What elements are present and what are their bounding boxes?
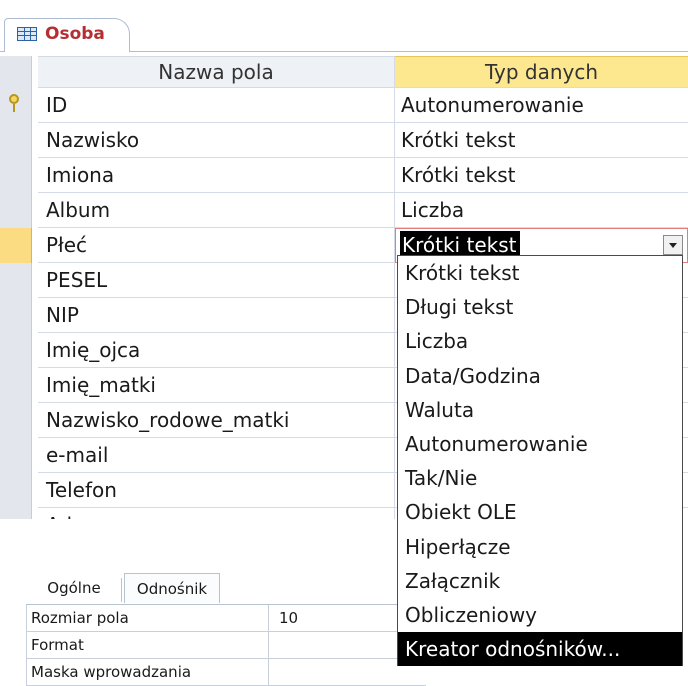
field-name-cell[interactable]: PESEL <box>38 263 395 298</box>
row-selector[interactable] <box>0 333 32 368</box>
dropdown-option-number[interactable]: Liczba <box>398 324 682 358</box>
field-name-cell[interactable]: e-mail <box>38 438 395 473</box>
document-tab-strip: Osoba <box>0 0 688 52</box>
dropdown-option-calculated[interactable]: Obliczeniowy <box>398 598 682 632</box>
chevron-down-icon[interactable] <box>663 235 683 255</box>
data-type-cell[interactable]: Krótki tekst <box>395 123 688 158</box>
dropdown-option-yes-no[interactable]: Tak/Nie <box>398 461 682 495</box>
grid-header-row: Nazwa pola Typ danych <box>0 56 688 88</box>
property-name: Maska wprowadzania <box>26 659 269 685</box>
grid-corner[interactable] <box>0 56 32 88</box>
field-name-cell[interactable]: Telefon <box>38 473 395 508</box>
row-selector[interactable] <box>0 123 32 158</box>
document-tab-osoba[interactable]: Osoba <box>4 18 130 52</box>
field-name-cell[interactable]: Album <box>38 193 395 228</box>
row-selector[interactable] <box>0 508 32 519</box>
row-selector[interactable] <box>0 158 32 193</box>
data-type-cell[interactable]: Liczba <box>395 193 688 228</box>
dropdown-option-currency[interactable]: Waluta <box>398 393 682 427</box>
field-name-cell[interactable]: ID <box>38 88 395 123</box>
tab-general[interactable]: Ogólne <box>26 573 122 603</box>
field-row[interactable]: Album Liczba <box>0 193 688 228</box>
data-type-dropdown-list: Krótki tekst Długi tekst Liczba Data/God… <box>397 255 683 667</box>
field-name-cell[interactable]: Imię_ojca <box>38 333 395 368</box>
property-name: Rozmiar pola <box>26 605 269 631</box>
dropdown-option-lookup-wizard[interactable]: Kreator odnośników... <box>398 632 682 667</box>
table-icon <box>17 27 37 41</box>
data-type-cell[interactable]: Autonumerowanie <box>395 88 688 123</box>
field-name-cell[interactable]: Płeć <box>38 228 395 263</box>
document-tab-label: Osoba <box>45 24 105 44</box>
row-selector-current[interactable] <box>0 228 32 263</box>
field-name-cell[interactable]: Imiona <box>38 158 395 193</box>
dropdown-option-autonumber[interactable]: Autonumerowanie <box>398 427 682 461</box>
table-design-view: Osoba Nazwa pola Typ danych ID Autonumer… <box>0 0 688 686</box>
dropdown-option-date-time[interactable]: Data/Godzina <box>398 359 682 393</box>
property-row[interactable]: Rozmiar pola 10 <box>26 605 426 632</box>
field-row[interactable]: ID Autonumerowanie <box>0 88 688 123</box>
row-selector[interactable] <box>0 403 32 438</box>
row-selector[interactable] <box>0 263 32 298</box>
field-row[interactable]: Imiona Krótki tekst <box>0 158 688 193</box>
row-selector[interactable] <box>0 298 32 333</box>
data-type-cell[interactable]: Krótki tekst <box>395 158 688 193</box>
dropdown-option-short-text[interactable]: Krótki tekst <box>398 256 682 290</box>
row-selector[interactable] <box>0 473 32 508</box>
field-name-cell[interactable]: Imię_matki <box>38 368 395 403</box>
field-row[interactable]: Nazwisko Krótki tekst <box>0 123 688 158</box>
row-selector[interactable] <box>0 193 32 228</box>
field-name-cell[interactable]: Nazwisko_rodowe_matki <box>38 403 395 438</box>
property-row[interactable]: Format <box>26 632 426 659</box>
dropdown-option-long-text[interactable]: Długi tekst <box>398 290 682 324</box>
primary-key-icon <box>9 94 19 112</box>
dropdown-option-hyperlink[interactable]: Hiperłącze <box>398 530 682 564</box>
field-name-cell[interactable]: Nazwisko <box>38 123 395 158</box>
column-header-field-name: Nazwa pola <box>38 56 395 88</box>
column-header-data-type: Typ danych <box>395 56 688 88</box>
dropdown-option-attachment[interactable]: Załącznik <box>398 564 682 598</box>
field-name-cell[interactable]: NIP <box>38 298 395 333</box>
property-name: Format <box>26 632 269 658</box>
row-selector[interactable] <box>0 368 32 403</box>
dropdown-option-ole-object[interactable]: Obiekt OLE <box>398 495 682 529</box>
row-selector[interactable] <box>0 438 32 473</box>
properties-table: Rozmiar pola 10 Format Maska wprowadzani… <box>26 604 426 686</box>
tab-lookup[interactable]: Odnośnik <box>121 573 220 603</box>
row-selector[interactable] <box>0 88 32 123</box>
field-name-cell[interactable]: Adres <box>38 508 395 519</box>
